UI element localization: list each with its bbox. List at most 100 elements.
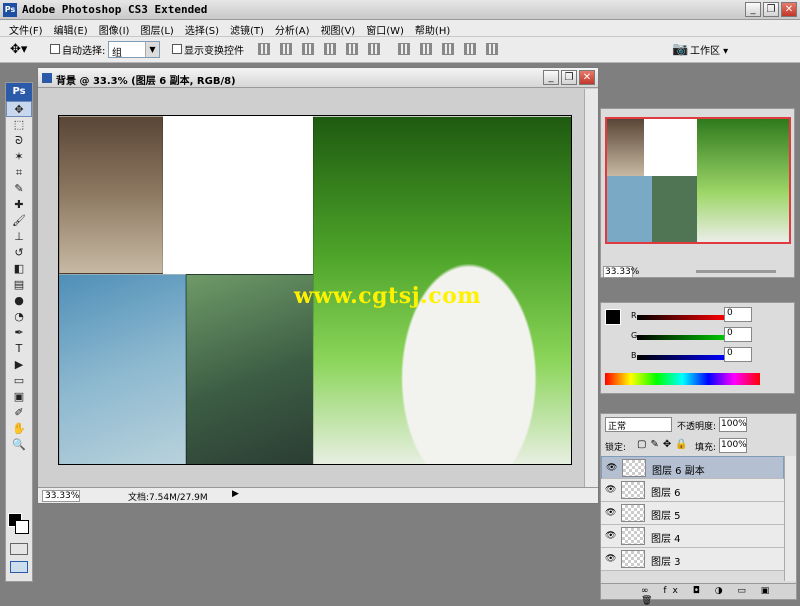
r-value-field[interactable]: 0 bbox=[724, 307, 752, 322]
vertical-scrollbar[interactable] bbox=[584, 89, 598, 487]
status-menu-arrow-icon[interactable]: ▶ bbox=[232, 489, 239, 499]
opacity-label: 不透明度: bbox=[677, 422, 717, 432]
title-bar: Ps Adobe Photoshop CS3 Extended _ ❐ ✕ bbox=[0, 0, 800, 20]
b-value-field[interactable]: 0 bbox=[724, 347, 752, 362]
zoom-field[interactable]: 33.33% bbox=[42, 490, 80, 502]
blur-tool[interactable]: ● bbox=[6, 293, 32, 309]
layer-row[interactable]: 👁 图层 6 bbox=[601, 479, 784, 502]
color-fg-swatch[interactable] bbox=[605, 309, 621, 325]
eraser-tool[interactable]: ◧ bbox=[6, 261, 32, 277]
fill-field[interactable]: 100% bbox=[719, 438, 747, 453]
eye-icon[interactable]: 👁 bbox=[605, 531, 616, 541]
notes-tool[interactable]: ▣ bbox=[6, 389, 32, 405]
navigator-thumbnail[interactable] bbox=[605, 117, 791, 244]
quick-mask-icon[interactable] bbox=[10, 543, 28, 555]
dodge-tool[interactable]: ◔ bbox=[6, 309, 32, 325]
layers-scrollbar[interactable] bbox=[784, 456, 796, 581]
align-hcenter-icon[interactable] bbox=[346, 43, 358, 55]
background-color-swatch[interactable] bbox=[15, 520, 29, 534]
distribute-top-icon[interactable] bbox=[398, 43, 410, 55]
menu-edit[interactable]: 编辑(E) bbox=[49, 20, 94, 37]
document-window: 背景 @ 33.3% (图层 6 副本, RGB/8) _ ❐ ✕ www.cg… bbox=[37, 67, 599, 504]
shape-tool[interactable]: ▭ bbox=[6, 373, 32, 389]
distribute-bottom-icon[interactable] bbox=[442, 43, 454, 55]
watermark-text: www.cgtsj.com bbox=[294, 283, 482, 309]
document-title-bar: 背景 @ 33.3% (图层 6 副本, RGB/8) _ ❐ ✕ bbox=[38, 68, 598, 88]
lock-label: 锁定: bbox=[605, 443, 627, 453]
layer-name: 图层 6 bbox=[651, 488, 681, 499]
menu-image[interactable]: 图像(I) bbox=[94, 20, 136, 37]
layer-row[interactable]: 👁 图层 3 bbox=[601, 548, 784, 571]
color-spectrum-bar[interactable] bbox=[605, 373, 760, 385]
navigator-zoom-slider[interactable] bbox=[696, 270, 776, 273]
zoom-tool[interactable]: 🔍 bbox=[6, 437, 32, 453]
healing-tool[interactable]: ✚ bbox=[6, 197, 32, 213]
menu-analysis[interactable]: 分析(A) bbox=[270, 20, 316, 37]
menu-file[interactable]: 文件(F) bbox=[4, 20, 49, 37]
layers-footer-icons[interactable]: ∞ fx ◘ ◑ ▭ ▣ 🗑 bbox=[601, 583, 796, 606]
distribute-vcenter-icon[interactable] bbox=[420, 43, 432, 55]
align-vcenter-icon[interactable] bbox=[280, 43, 292, 55]
opacity-field[interactable]: 100% bbox=[719, 417, 747, 432]
layer-row[interactable]: 👁 图层 5 bbox=[601, 502, 784, 525]
menu-window[interactable]: 窗口(W) bbox=[361, 20, 410, 37]
move-tool[interactable]: ✥ bbox=[6, 101, 32, 117]
workspace-button[interactable]: 工作区 ▾ bbox=[690, 42, 728, 57]
eyedropper-tool[interactable]: ✐ bbox=[6, 405, 32, 421]
move-tool-icon[interactable]: ✥▾ bbox=[10, 42, 32, 58]
slice-tool[interactable]: ✎ bbox=[6, 181, 32, 197]
restore-button[interactable]: ❐ bbox=[763, 2, 779, 17]
path-select-tool[interactable]: ▶ bbox=[6, 357, 32, 373]
doc-minimize-button[interactable]: _ bbox=[543, 70, 559, 85]
marquee-tool[interactable]: ⬚ bbox=[6, 117, 32, 133]
document-info[interactable]: 文档:7.54M/27.9M bbox=[128, 490, 208, 503]
align-bottom-icon[interactable] bbox=[302, 43, 314, 55]
screen-mode-icon[interactable] bbox=[10, 561, 28, 573]
eye-icon[interactable]: 👁 bbox=[606, 463, 617, 473]
eye-icon[interactable]: 👁 bbox=[605, 554, 616, 564]
menu-help[interactable]: 帮助(H) bbox=[410, 20, 456, 37]
layer-row[interactable]: 👁 图层 4 bbox=[601, 525, 784, 548]
distribute-left-icon[interactable] bbox=[464, 43, 476, 55]
align-left-icon[interactable] bbox=[324, 43, 336, 55]
lasso-tool[interactable]: ᘐ bbox=[6, 133, 32, 149]
image-canvas[interactable]: www.cgtsj.com bbox=[58, 115, 572, 465]
auto-select-checkbox[interactable] bbox=[50, 44, 60, 54]
magic-wand-tool[interactable]: ✶ bbox=[6, 149, 32, 165]
doc-close-button[interactable]: ✕ bbox=[579, 70, 595, 85]
align-top-icon[interactable] bbox=[258, 43, 270, 55]
bridge-icon[interactable]: 📷 bbox=[672, 42, 688, 57]
eye-icon[interactable]: 👁 bbox=[605, 485, 616, 495]
menu-select[interactable]: 选择(S) bbox=[180, 20, 225, 37]
show-transform-checkbox[interactable] bbox=[172, 44, 182, 54]
type-tool[interactable]: T bbox=[6, 341, 32, 357]
doc-restore-button[interactable]: ❐ bbox=[561, 70, 577, 85]
history-brush-tool[interactable]: ↺ bbox=[6, 245, 32, 261]
hand-tool[interactable]: ✋ bbox=[6, 421, 32, 437]
r-slider[interactable] bbox=[637, 315, 727, 320]
menu-layer[interactable]: 图层(L) bbox=[135, 20, 179, 37]
b-slider[interactable] bbox=[637, 355, 727, 360]
gradient-tool[interactable]: ▤ bbox=[6, 277, 32, 293]
menu-filter[interactable]: 滤镜(T) bbox=[225, 20, 270, 37]
stamp-tool[interactable]: ⊥ bbox=[6, 229, 32, 245]
pen-tool[interactable]: ✒ bbox=[6, 325, 32, 341]
blend-mode-select[interactable]: 正常 bbox=[605, 417, 672, 432]
menu-view[interactable]: 视图(V) bbox=[316, 20, 362, 37]
minimize-button[interactable]: _ bbox=[745, 2, 761, 17]
crop-tool[interactable]: ⌗ bbox=[6, 165, 32, 181]
auto-select-dropdown[interactable]: 组 ▼ bbox=[108, 41, 160, 59]
g-slider[interactable] bbox=[637, 335, 727, 340]
navigator-zoom-field[interactable]: 33.33% bbox=[603, 266, 639, 278]
close-button[interactable]: ✕ bbox=[781, 2, 797, 17]
layer-thumbnail bbox=[621, 481, 645, 499]
toolbox: Ps ✥ ⬚ ᘐ ✶ ⌗ ✎ ✚ 🖌 ⊥ ↺ ◧ ▤ ● ◔ ✒ T ▶ ▭ ▣… bbox=[5, 82, 33, 582]
align-right-icon[interactable] bbox=[368, 43, 380, 55]
eye-icon[interactable]: 👁 bbox=[605, 508, 616, 518]
distribute-right-icon[interactable] bbox=[486, 43, 498, 55]
layer-name: 图层 6 副本 bbox=[652, 466, 705, 477]
layer-row[interactable]: 👁 图层 6 副本 bbox=[601, 456, 784, 479]
g-value-field[interactable]: 0 bbox=[724, 327, 752, 342]
brush-tool[interactable]: 🖌 bbox=[6, 213, 32, 229]
lock-icons[interactable]: ▢✎✥🔒 bbox=[637, 439, 692, 450]
